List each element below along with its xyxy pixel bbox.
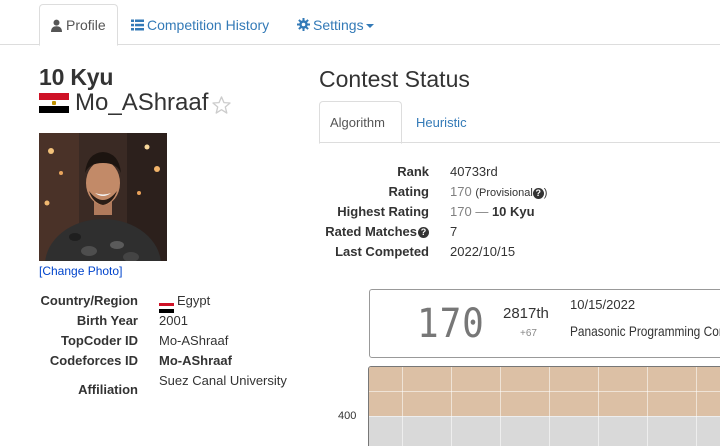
question-circle-icon[interactable]: ? — [418, 227, 429, 238]
topcoder-label: TopCoder ID — [60, 333, 138, 348]
card-place: 2817th — [503, 305, 549, 322]
chart-gridline — [696, 367, 697, 446]
contest-status-title: Contest Status — [319, 66, 470, 92]
birth-year-label: Birth Year — [76, 313, 138, 328]
chart-gridline — [549, 367, 550, 446]
highest-rating-value-wrap: 170 — 10 Kyu — [450, 204, 535, 219]
rank-row: Rank 40733rd — [300, 164, 600, 184]
avatar — [39, 133, 167, 261]
tab-algorithm[interactable]: Algorithm — [319, 101, 402, 144]
rating-label: Rating — [388, 184, 429, 199]
egypt-flag-icon — [39, 93, 69, 114]
card-rating-diff: +67 — [520, 328, 537, 339]
question-circle-icon[interactable]: ? — [532, 188, 544, 199]
user-rank: 10 Kyu — [39, 64, 114, 90]
egypt-flag-small-icon — [159, 302, 174, 313]
rated-matches-label: Rated Matches — [325, 224, 417, 239]
chart-gridline — [369, 416, 720, 417]
rank-label: Rank — [397, 164, 429, 179]
contest-type-tabs: Algorithm Heuristic — [319, 101, 720, 144]
chart-gridline — [402, 367, 403, 446]
favorite-star-icon[interactable] — [212, 96, 232, 114]
provisional-label: (Provisional — [475, 187, 533, 199]
user-icon — [51, 19, 62, 32]
chart-gridline — [647, 367, 648, 446]
tab-heuristic[interactable]: Heuristic — [406, 101, 477, 143]
highest-rating-label: Highest Rating — [337, 204, 429, 219]
rating-chart — [368, 366, 720, 446]
affiliation-label: Affiliation — [78, 382, 138, 397]
tab-competition-history-label: Competition History — [147, 16, 270, 33]
username-line: Mo_AShraaf — [39, 89, 232, 117]
country-value: Egypt — [177, 293, 211, 308]
rating-value: 170 — [450, 184, 472, 199]
card-contest-name[interactable]: Panasonic Programming Contest — [570, 323, 720, 339]
country-value-wrap: Egypt — [159, 293, 210, 313]
rated-matches-row: Rated Matches ? 7 — [300, 224, 600, 244]
tab-profile[interactable]: Profile — [39, 4, 118, 46]
highest-rating-row: Highest Rating 170 — 10 Kyu — [300, 204, 600, 224]
affiliation-value: Suez Canal University — [159, 373, 287, 388]
highest-rating-kyu: 10 Kyu — [491, 204, 535, 219]
tab-competition-history[interactable]: Competition History — [131, 4, 269, 45]
profile-nav-tabs: Profile Competition History Settings — [0, 0, 720, 46]
tab-profile-label: Profile — [66, 17, 106, 33]
topcoder-value[interactable]: Mo-AShraaf — [159, 333, 228, 348]
chart-y-label-400: 400 — [338, 410, 357, 422]
chart-gridline — [369, 391, 720, 392]
card-date: 10/15/2022 — [570, 297, 636, 312]
chart-gridline — [598, 367, 599, 446]
chart-gridline — [451, 367, 452, 446]
tab-settings[interactable]: Settings — [297, 4, 374, 45]
country-label: Country/Region — [40, 293, 139, 308]
latest-contest-card: 170 2817th +67 10/15/2022 Panasonic Prog… — [369, 289, 720, 358]
caret-down-icon — [365, 23, 374, 28]
rated-matches-value: 7 — [450, 224, 458, 239]
provisional-note: (Provisional?) — [475, 187, 547, 199]
last-competed-value: 2022/10/15 — [450, 244, 516, 259]
codeforces-value[interactable]: Mo-AShraaf — [159, 353, 232, 368]
last-competed-row: Last Competed 2022/10/15 — [300, 244, 600, 264]
last-competed-label: Last Competed — [335, 244, 429, 259]
rating-value-wrap: 170 (Provisional?) — [450, 184, 547, 199]
change-photo-link[interactable]: [Change Photo] — [39, 264, 122, 278]
rating-row: Rating 170 (Provisional?) — [300, 184, 600, 204]
list-icon — [131, 19, 144, 30]
rank-value: 40733rd — [450, 164, 498, 179]
provisional-close: ) — [543, 187, 548, 199]
birth-year-value: 2001 — [159, 313, 188, 328]
highest-rating-value: 170 — [450, 204, 472, 219]
codeforces-label: Codeforces ID — [49, 353, 138, 368]
username: Mo_AShraaf — [75, 89, 209, 116]
chart-band-gray — [369, 416, 720, 446]
gear-icon — [297, 18, 310, 31]
chart-gridline — [500, 367, 501, 446]
tab-settings-label: Settings — [313, 16, 364, 33]
card-rating: 170 — [417, 301, 485, 347]
highest-rating-sep: — — [471, 204, 492, 219]
